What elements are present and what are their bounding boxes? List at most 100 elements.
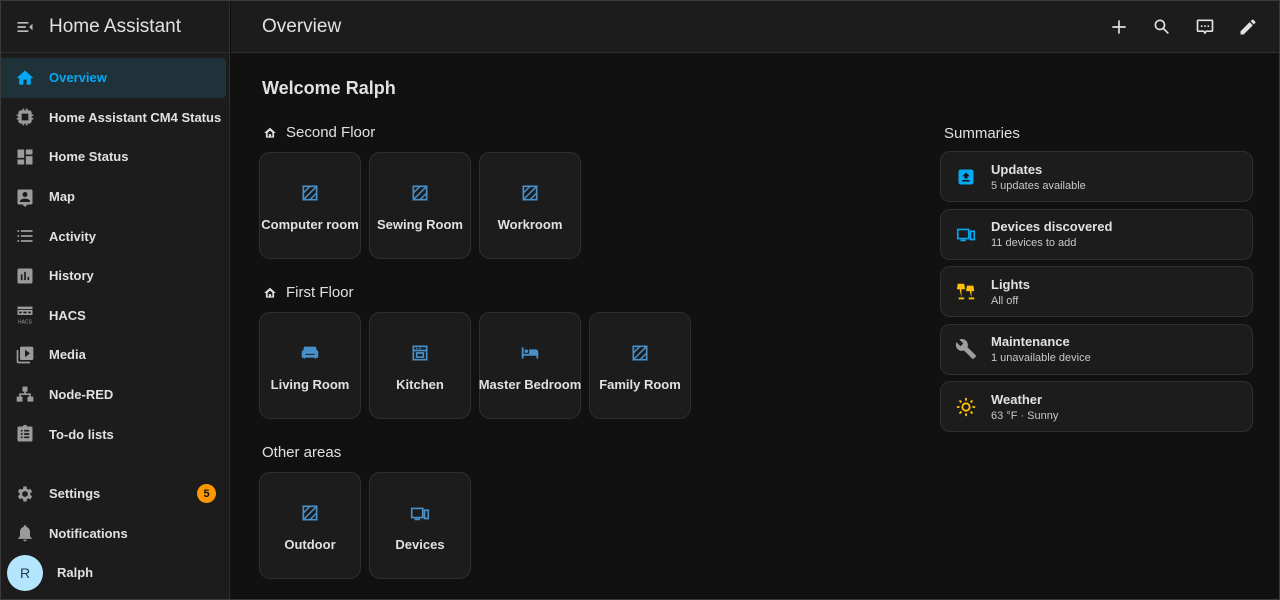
summary-sub: 1 unavailable device — [991, 352, 1091, 364]
area-card-family-room[interactable]: Family Room — [589, 312, 691, 419]
summary-lights[interactable]: Lights All off — [940, 266, 1253, 317]
sidebar-item-label: Node-RED — [49, 387, 114, 403]
top-bar: Overview — [231, 1, 1279, 53]
area-label: Kitchen — [396, 377, 444, 392]
add-icon[interactable] — [1097, 7, 1140, 47]
sidebar-item-home-status[interactable]: Home Status — [1, 137, 230, 177]
area-placeholder-icon — [298, 181, 322, 205]
clipboard-list-icon — [15, 424, 35, 444]
app-title: Home Assistant — [49, 15, 181, 37]
sun-icon — [955, 396, 977, 418]
search-icon[interactable] — [1140, 7, 1183, 47]
page-title: Overview — [262, 15, 342, 37]
sidebar-item-label: Activity — [49, 228, 96, 244]
sidebar-item-node-red[interactable]: Node-RED — [1, 375, 230, 415]
sidebar-item-label: Home Assistant CM4 Status — [49, 109, 222, 125]
media-icon — [15, 345, 35, 365]
settings-badge: 5 — [197, 484, 216, 504]
section-title-text: First Floor — [286, 284, 354, 301]
summary-maintenance[interactable]: Maintenance 1 unavailable device — [940, 323, 1253, 375]
summary-sub: All off — [991, 294, 1019, 307]
area-card-outdoor[interactable]: Outdoor — [259, 472, 361, 579]
summary-devices-discovered[interactable]: Devices discovered 11 devices to add — [940, 208, 1253, 260]
sofa-icon — [298, 341, 322, 365]
summary-sub: 11 devices to add — [991, 237, 1077, 249]
toolbar-actions — [1097, 1, 1269, 53]
home-icon — [15, 68, 35, 88]
sidebar-item-label: History — [49, 268, 94, 284]
sidebar-item-hacs[interactable]: HACS HACS — [1, 296, 230, 336]
sidebar-item-history[interactable]: History — [1, 256, 230, 296]
bell-icon — [15, 523, 35, 543]
summary-updates[interactable]: Updates 5 updates available — [940, 151, 1253, 202]
sidebar-item-media[interactable]: Media — [1, 335, 230, 375]
area-card-living-room[interactable]: Living Room — [259, 312, 361, 419]
bed-icon — [518, 341, 542, 365]
sidebar-item-notifications[interactable]: Notifications — [1, 514, 230, 554]
sidebar-item-label: HACS — [49, 307, 86, 323]
lamps-icon — [955, 281, 977, 303]
main-content: Welcome Ralph Second Floor Computer room… — [231, 54, 1279, 599]
area-card-workroom[interactable]: Workroom — [479, 152, 581, 259]
summary-name: Lights — [991, 276, 1030, 292]
area-label: Outdoor — [284, 537, 336, 552]
pencil-icon[interactable] — [1226, 7, 1269, 47]
sidebar-item-todo[interactable]: To-do lists — [1, 414, 230, 454]
devices-icon — [955, 223, 977, 245]
gear-icon — [15, 484, 35, 504]
area-card-sewing-room[interactable]: Sewing Room — [369, 152, 471, 259]
area-placeholder-icon — [298, 501, 322, 525]
area-card-kitchen[interactable]: Kitchen — [369, 312, 471, 419]
assist-icon[interactable] — [1183, 7, 1226, 47]
summary-name: Updates — [991, 161, 1043, 177]
area-label: Sewing Room — [377, 217, 463, 232]
svg-text:HACS: HACS — [18, 320, 33, 326]
sidebar-item-cm4-status[interactable]: Home Assistant CM4 Status — [1, 98, 230, 138]
section-title-text: Second Floor — [286, 124, 376, 141]
area-label: Devices — [395, 537, 445, 552]
devices-icon — [408, 501, 432, 525]
sidebar-item-label: Notifications — [49, 525, 128, 541]
area-label: Family Room — [599, 377, 681, 392]
area-label: Workroom — [497, 217, 563, 232]
sidebar-item-overview[interactable]: Overview — [1, 58, 226, 98]
sidebar-item-activity[interactable]: Activity — [1, 216, 230, 256]
history-chart-icon — [15, 266, 35, 286]
sitemap-icon — [15, 385, 35, 405]
sidebar-item-map[interactable]: Map — [1, 177, 230, 217]
welcome-heading: Welcome Ralph — [262, 78, 396, 98]
cpu-chip-icon — [15, 107, 35, 127]
area-card-master-bedroom[interactable]: Master Bedroom — [479, 312, 581, 419]
sidebar-item-settings[interactable]: Settings 5 — [1, 474, 230, 514]
area-card-devices[interactable]: Devices — [369, 472, 471, 579]
sidebar-item-label: Map — [49, 189, 75, 205]
area-placeholder-icon — [628, 341, 652, 365]
sidebar-item-label: Settings — [49, 486, 101, 502]
area-row-second-floor: Computer room Sewing Room Workroom — [259, 152, 581, 259]
sidebar-item-label: Media — [49, 347, 86, 363]
avatar: R — [7, 554, 43, 591]
sidebar-item-user[interactable]: R Ralph — [1, 553, 230, 593]
sidebar-item-label: Home Status — [49, 149, 129, 165]
area-row-first-floor: Living Room Kitchen Master Bedroom Famil… — [259, 312, 691, 419]
menu-toggle-icon[interactable] — [13, 15, 37, 39]
area-row-other: Outdoor Devices — [259, 472, 471, 579]
summary-weather[interactable]: Weather 63 °F · Sunny — [940, 381, 1253, 432]
app-window: Home Assistant Overview Home Assistant C… — [0, 0, 1280, 600]
summary-name: Maintenance — [991, 334, 1070, 349]
section-title-text: Other areas — [262, 444, 342, 461]
summary-sub: 5 updates available — [991, 179, 1086, 192]
sidebar-item-label: Overview — [49, 70, 107, 86]
area-placeholder-icon — [408, 181, 432, 205]
summaries-list: Updates 5 updates available Devices disc… — [940, 151, 1253, 439]
summary-sub: 63 °F · Sunny — [991, 409, 1059, 422]
wrench-icon — [955, 338, 977, 360]
dashboard-icon — [15, 147, 35, 167]
area-label: Computer room — [261, 217, 359, 232]
summary-name: Devices discovered — [991, 219, 1113, 234]
summaries-title: Summaries — [944, 125, 1020, 142]
area-card-computer-room[interactable]: Computer room — [259, 152, 361, 259]
home-floor-icon — [262, 125, 278, 141]
sidebar-bottom: Settings 5 Notifications R Ralph — [1, 474, 230, 593]
home-floor-icon — [262, 285, 278, 301]
